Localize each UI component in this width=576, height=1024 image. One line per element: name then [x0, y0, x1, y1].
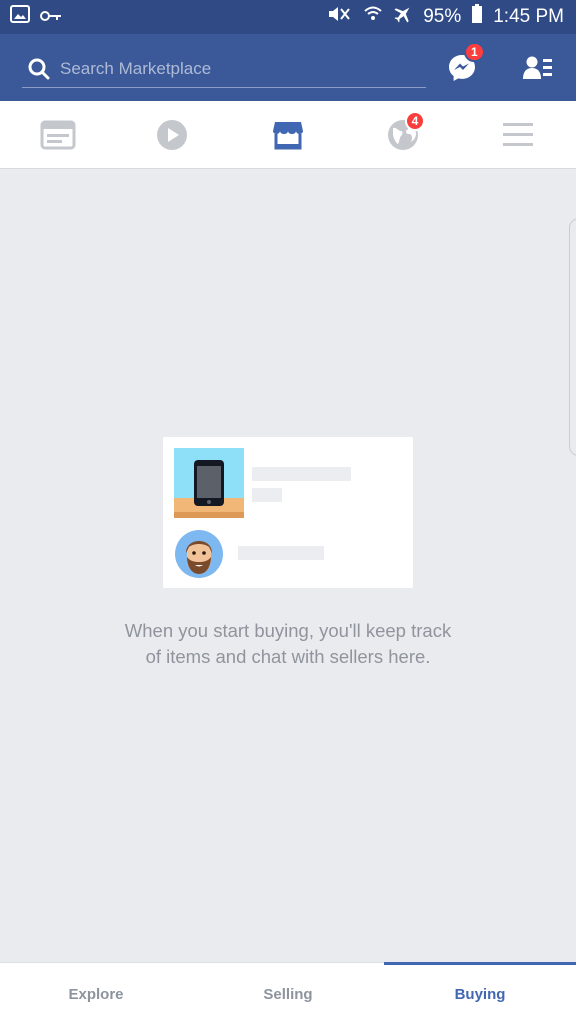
- bottom-tab-bar: Explore Selling Buying: [0, 962, 576, 1024]
- status-left: [10, 5, 62, 29]
- notifications-badge: 4: [405, 111, 425, 131]
- nav-watch[interactable]: [150, 115, 194, 155]
- tab-selling[interactable]: Selling: [192, 963, 384, 1024]
- placeholder-line: [252, 467, 351, 481]
- top-header: Search Marketplace 1: [0, 34, 576, 101]
- empty-state-illustration: [163, 437, 413, 588]
- feed-icon: [40, 120, 76, 150]
- main-nav: 4: [0, 101, 576, 169]
- profile-list-button[interactable]: [518, 48, 558, 88]
- wifi-icon: [363, 5, 383, 29]
- seller-avatar: [174, 529, 224, 579]
- placeholder-line: [238, 546, 324, 560]
- nav-marketplace[interactable]: [266, 115, 310, 155]
- key-icon: [40, 6, 62, 28]
- battery-percent: 95%: [423, 6, 462, 27]
- play-icon: [156, 119, 188, 151]
- offscreen-card-edge: [569, 218, 576, 456]
- nav-news-feed[interactable]: [36, 115, 80, 155]
- battery-icon: [471, 4, 483, 30]
- messenger-button[interactable]: 1: [442, 42, 485, 88]
- profile-list-icon: [523, 55, 553, 81]
- clock: 1:45 PM: [493, 6, 564, 27]
- airplane-icon: [393, 4, 413, 30]
- status-bar: 95% 1:45 PM: [0, 0, 576, 34]
- nav-menu[interactable]: [496, 115, 540, 155]
- search-bar[interactable]: Search Marketplace: [22, 50, 426, 88]
- nav-notifications[interactable]: 4: [381, 111, 425, 155]
- phone-thumbnail: [174, 448, 244, 518]
- search-input[interactable]: Search Marketplace: [60, 59, 211, 79]
- placeholder-line: [252, 488, 282, 502]
- mute-icon: [327, 5, 353, 29]
- tab-buying[interactable]: Buying: [384, 962, 576, 1024]
- search-icon: [28, 58, 50, 80]
- hamburger-icon: [502, 122, 534, 148]
- messenger-badge: 1: [464, 42, 485, 62]
- status-right: 95% 1:45 PM: [327, 4, 564, 30]
- tab-explore[interactable]: Explore: [0, 963, 192, 1024]
- image-icon: [10, 5, 30, 29]
- shop-icon: [272, 120, 304, 150]
- empty-state-message: When you start buying, you'll keep track…: [124, 620, 452, 667]
